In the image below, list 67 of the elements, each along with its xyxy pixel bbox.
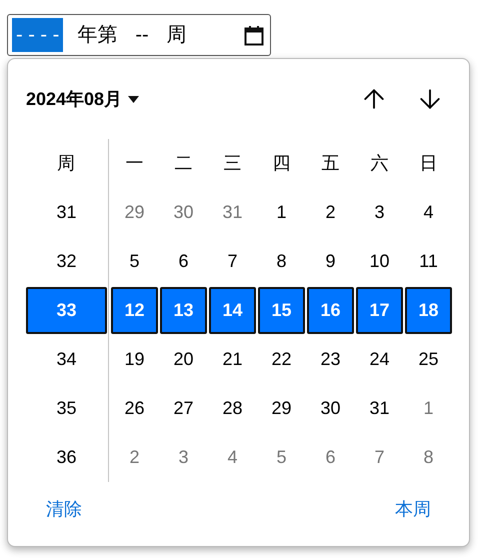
this-week-button[interactable]: 本周 xyxy=(387,492,439,527)
input-segment[interactable]: - - - - xyxy=(12,18,64,52)
day-cell[interactable]: 29 xyxy=(258,385,305,432)
day-cell[interactable]: 14 xyxy=(209,287,256,334)
day-cell[interactable]: 2 xyxy=(307,189,354,236)
day-cell[interactable]: 30 xyxy=(160,189,207,236)
day-cell[interactable]: 16 xyxy=(307,287,354,334)
day-cell[interactable]: 1 xyxy=(258,189,305,236)
day-cell[interactable]: 19 xyxy=(111,336,158,383)
day-cell[interactable]: 8 xyxy=(258,238,305,285)
week-number[interactable]: 34 xyxy=(26,336,107,383)
day-cell[interactable]: 6 xyxy=(160,238,207,285)
weekday-header: 六 xyxy=(370,152,390,175)
day-cell[interactable]: 17 xyxy=(356,287,403,334)
week-number[interactable]: 36 xyxy=(26,434,107,481)
weekday-header: 二 xyxy=(174,152,194,175)
input-label: 年第 xyxy=(77,23,118,48)
day-cell[interactable]: 1 xyxy=(405,385,452,432)
day-cell[interactable]: 2 xyxy=(111,434,158,481)
week-number[interactable]: 32 xyxy=(26,238,107,285)
week-number[interactable]: 35 xyxy=(26,385,107,432)
caret-icon xyxy=(128,96,140,102)
day-cell[interactable]: 8 xyxy=(405,434,452,481)
week-number[interactable]: 33 xyxy=(26,287,107,334)
day-cell[interactable]: 3 xyxy=(160,434,207,481)
day-cell[interactable]: 27 xyxy=(160,385,207,432)
calendar-icon[interactable] xyxy=(244,24,264,46)
month-selector[interactable]: 2024年08月 xyxy=(26,86,140,112)
week-input[interactable]: - - - - 年第 -- 周 xyxy=(7,14,271,56)
day-cell[interactable]: 15 xyxy=(258,287,305,334)
day-cell[interactable]: 5 xyxy=(111,238,158,285)
weekday-header: 日 xyxy=(418,152,438,175)
input-segment[interactable]: -- xyxy=(131,18,153,52)
day-cell[interactable]: 29 xyxy=(111,189,158,236)
weekday-header: 四 xyxy=(272,152,292,175)
day-cell[interactable]: 25 xyxy=(405,336,452,383)
day-cell[interactable]: 20 xyxy=(160,336,207,383)
input-label: 周 xyxy=(166,23,187,48)
day-cell[interactable]: 23 xyxy=(307,336,354,383)
day-cell[interactable]: 30 xyxy=(307,385,354,432)
day-cell[interactable]: 31 xyxy=(209,189,256,236)
day-cell[interactable]: 12 xyxy=(111,287,158,334)
weekday-header: 五 xyxy=(320,152,340,175)
day-cell[interactable]: 9 xyxy=(307,238,354,285)
month-label: 2024年08月 xyxy=(26,88,122,110)
column-header: 周 xyxy=(56,152,76,175)
day-cell[interactable]: 11 xyxy=(405,238,452,285)
day-cell[interactable]: 28 xyxy=(209,385,256,432)
day-cell[interactable]: 6 xyxy=(307,434,354,481)
day-cell[interactable]: 24 xyxy=(356,336,403,383)
day-cell[interactable]: 3 xyxy=(356,189,403,236)
day-cell[interactable]: 4 xyxy=(405,189,452,236)
week-number[interactable]: 31 xyxy=(26,189,107,236)
weekday-header: 一 xyxy=(124,152,144,175)
day-cell[interactable]: 22 xyxy=(258,336,305,383)
day-cell[interactable]: 13 xyxy=(160,287,207,334)
day-cell[interactable]: 31 xyxy=(356,385,403,432)
day-cell[interactable]: 5 xyxy=(258,434,305,481)
day-cell[interactable]: 7 xyxy=(356,434,403,481)
day-cell[interactable]: 18 xyxy=(405,287,452,334)
day-cell[interactable]: 10 xyxy=(356,238,403,285)
day-cell[interactable]: 4 xyxy=(209,434,256,481)
day-cell[interactable]: 21 xyxy=(209,336,256,383)
day-cell[interactable]: 7 xyxy=(209,238,256,285)
weekday-header: 三 xyxy=(222,152,242,175)
day-cell[interactable]: 26 xyxy=(111,385,158,432)
clear-button[interactable]: 清除 xyxy=(38,492,90,527)
